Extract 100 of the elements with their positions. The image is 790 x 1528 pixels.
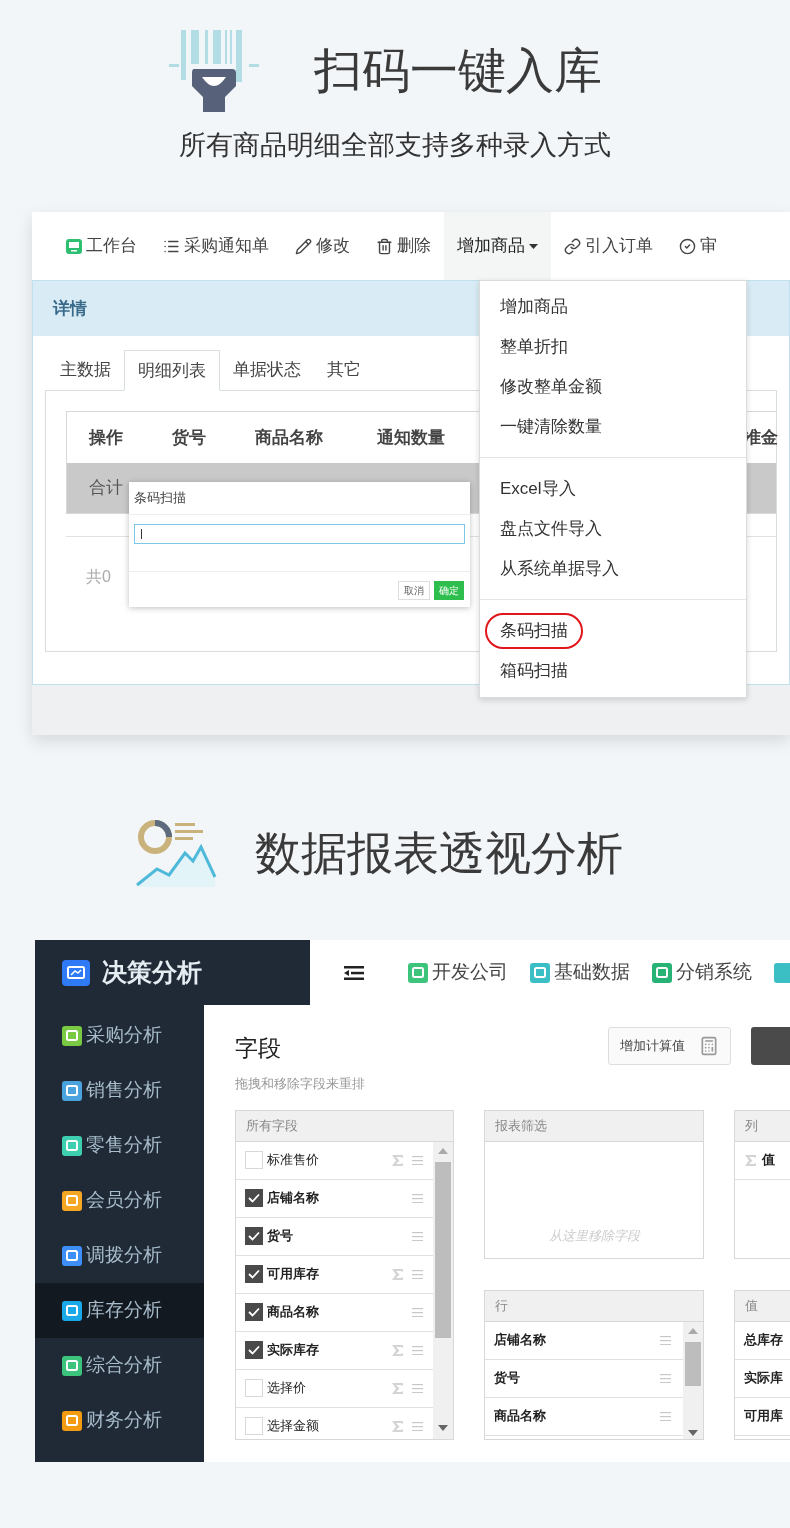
- menu-item[interactable]: 条码扫描: [480, 611, 746, 651]
- scrollbar[interactable]: [683, 1321, 703, 1439]
- scroll-up-icon[interactable]: [688, 1327, 698, 1334]
- drag-handle-icon[interactable]: [412, 1345, 423, 1355]
- field-label: 总库存: [744, 1331, 783, 1350]
- column-header: 操作: [89, 427, 123, 447]
- nav-item[interactable]: 分销系统: [652, 958, 752, 987]
- scroll-down-icon[interactable]: [688, 1429, 698, 1436]
- check-circle-icon: [679, 237, 696, 255]
- field-label: 标准售价: [267, 1151, 319, 1170]
- menu-item[interactable]: 箱码扫描: [480, 651, 746, 691]
- scroll-up-icon[interactable]: [438, 1147, 448, 1154]
- field-label: 货号: [267, 1227, 293, 1246]
- checkbox[interactable]: [245, 1151, 263, 1169]
- link-icon: [564, 237, 581, 255]
- monitor-chart-icon: [62, 959, 90, 986]
- menu-item[interactable]: 增加商品: [480, 287, 746, 327]
- monitor-icon: [66, 238, 82, 254]
- fields-title: 字段: [235, 1037, 282, 1060]
- checkbox[interactable]: [245, 1189, 263, 1207]
- field-label: 选择金额: [267, 1417, 319, 1436]
- sigma-icon: [391, 1267, 404, 1281]
- sigma-icon: [391, 1381, 404, 1395]
- calculator-icon: [699, 1036, 719, 1056]
- drag-handle-icon[interactable]: [660, 1335, 671, 1345]
- section-subtitle: 所有商品明细全部支持多种录入方式: [179, 132, 611, 159]
- checkbox[interactable]: [245, 1227, 263, 1245]
- text-cursor: [141, 529, 142, 539]
- checkbox[interactable]: [245, 1379, 263, 1397]
- field-label: 可用库: [744, 1407, 783, 1426]
- column-header: 通知数量: [377, 427, 445, 447]
- fields-hint: 拖拽和移除字段来重排: [235, 1075, 366, 1093]
- add-calculated-value-button[interactable]: 增加计算值: [608, 1027, 731, 1065]
- drag-handle-icon[interactable]: [412, 1155, 423, 1165]
- check-icon: [248, 1269, 260, 1279]
- menu-item[interactable]: 一键清除数量: [480, 407, 746, 447]
- field-label: 实际库: [744, 1369, 783, 1388]
- section-title: 数据报表透视分析: [255, 829, 623, 876]
- scroll-down-icon[interactable]: [438, 1424, 448, 1431]
- column-header: 货号: [172, 427, 206, 447]
- checkbox[interactable]: [245, 1303, 263, 1321]
- panel-header: 列: [735, 1110, 790, 1142]
- brand-title: 决策分析: [102, 956, 202, 988]
- toolbar-button[interactable]: 工作台: [53, 212, 150, 280]
- drag-handle-icon[interactable]: [412, 1193, 423, 1203]
- toolbar-button[interactable]: 删除: [363, 212, 444, 280]
- sigma-icon: [744, 1153, 757, 1167]
- nav-icon[interactable]: [774, 962, 790, 983]
- sigma-icon: [391, 1343, 404, 1357]
- dialog-title: 条码扫描: [134, 489, 186, 508]
- field-label: 实际库存: [267, 1341, 319, 1360]
- field-label: 商品名称: [494, 1407, 546, 1426]
- tab[interactable]: 主数据: [47, 350, 124, 390]
- sigma-icon: [391, 1153, 404, 1167]
- column-header: 商品名称: [255, 427, 323, 447]
- field-label: 店铺名称: [267, 1189, 319, 1208]
- barcode-scanner-icon: [168, 30, 259, 112]
- checkbox[interactable]: [245, 1341, 263, 1359]
- toolbar-button[interactable]: 修改: [282, 212, 363, 280]
- scrollbar[interactable]: [433, 1141, 453, 1439]
- check-icon: [248, 1193, 260, 1203]
- toolbar-button[interactable]: 增加商品: [444, 212, 551, 280]
- field-label: 货号: [494, 1369, 520, 1388]
- drag-handle-icon[interactable]: [412, 1421, 423, 1431]
- check-icon: [248, 1345, 260, 1355]
- panel-header: 所有字段: [236, 1110, 453, 1142]
- menu-item[interactable]: 修改整单金额: [480, 367, 746, 407]
- menu-item[interactable]: 盘点文件导入: [480, 509, 746, 549]
- drag-handle-icon[interactable]: [412, 1383, 423, 1393]
- nav-item[interactable]: 开发公司: [408, 958, 508, 987]
- toolbar-button[interactable]: 审: [666, 212, 730, 280]
- total-label: 合计: [89, 477, 123, 500]
- drag-handle-icon[interactable]: [412, 1269, 423, 1279]
- menu-item[interactable]: Excel导入: [480, 469, 746, 509]
- cancel-button[interactable]: 取消: [398, 581, 430, 600]
- menu-icon[interactable]: [344, 965, 364, 980]
- drag-handle-icon[interactable]: [660, 1411, 671, 1421]
- sidebar-item[interactable]: 库存分析: [35, 1283, 204, 1338]
- tab[interactable]: 其它: [314, 350, 374, 390]
- checkbox[interactable]: [245, 1417, 263, 1435]
- field-label: 可用库存: [267, 1265, 319, 1284]
- field-label: 店铺名称: [494, 1331, 546, 1350]
- checkbox[interactable]: [245, 1265, 263, 1283]
- menu-item[interactable]: 从系统单据导入: [480, 549, 746, 589]
- drag-handle-icon[interactable]: [412, 1307, 423, 1317]
- toolbar-button[interactable]: 采购通知单: [150, 212, 282, 280]
- check-icon: [248, 1231, 260, 1241]
- record-count: 共0: [86, 568, 111, 585]
- section-title: 扫码一键入库: [313, 47, 602, 95]
- panel-header: 值: [735, 1290, 790, 1322]
- field-label: 选择价: [267, 1379, 306, 1398]
- nav-item[interactable]: 基础数据: [530, 958, 630, 987]
- tab[interactable]: 单据状态: [220, 350, 314, 390]
- barcode-input[interactable]: [134, 524, 465, 544]
- toolbar-button[interactable]: 引入订单: [551, 212, 666, 280]
- tab[interactable]: 明细列表: [124, 350, 220, 391]
- trash-icon: [376, 237, 393, 255]
- drag-handle-icon[interactable]: [660, 1373, 671, 1383]
- sigma-icon: [391, 1419, 404, 1433]
- drag-handle-icon[interactable]: [412, 1231, 423, 1241]
